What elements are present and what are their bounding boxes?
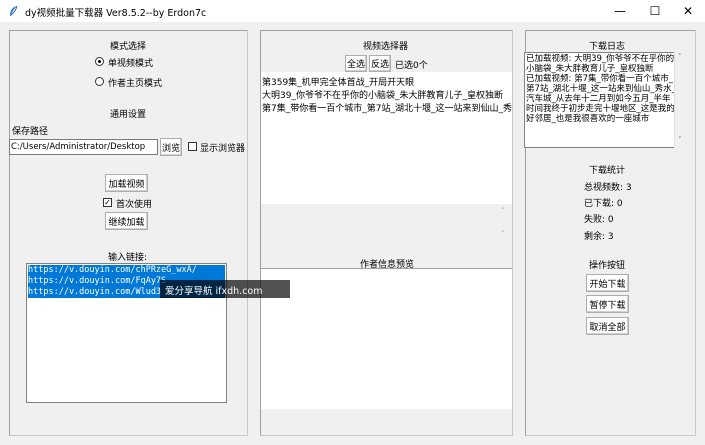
log-title: 下载日志 [589, 42, 626, 52]
show-browser-checkbox[interactable] [188, 142, 197, 151]
ops-title: 操作按钮 [589, 261, 626, 271]
save-path-label: 保存路径 [12, 127, 49, 137]
input-links-label: 输入链接: [108, 253, 148, 263]
window-title: dy视频批量下载器 Ver8.5.2--by Erdon7c [25, 8, 207, 19]
watermark-banner: 爱分享导航 ifxdh.com [160, 280, 290, 298]
save-path-input[interactable]: C:/Users/Administrator/Desktop [9, 139, 158, 155]
select-all-button[interactable]: 全选 [345, 55, 367, 72]
close-button[interactable]: ✕ [671, 0, 705, 22]
video-list-scrollbar[interactable]: ˄ ˅ [498, 204, 512, 254]
link-line: https://v.douyin.com/chPRzeG_wxA/ [28, 265, 225, 276]
continue-load-button[interactable]: 继续加载 [105, 212, 148, 230]
start-download-button[interactable]: 开始下载 [586, 274, 629, 292]
video-item[interactable]: 第359集_机甲完全体首战_开局开天眼 [262, 75, 414, 88]
log-textbox[interactable]: 已加载视频: 大明39_你爷爷不在乎你的小脑袋_朱大胖教育儿子_皇权独断 已加载… [524, 52, 687, 148]
browse-button[interactable]: 浏览 [160, 138, 182, 156]
scroll-up-icon[interactable]: ˄ [501, 207, 505, 215]
selected-count: 已选0个 [395, 61, 428, 71]
author-preview-box [261, 268, 512, 409]
radio-single-mode-label[interactable]: 单视频模式 [108, 56, 153, 69]
log-text: 已加载视频: 大明39_你爷爷不在乎你的小脑袋_朱大胖教育儿子_皇权独断 已加载… [526, 54, 676, 124]
load-video-button[interactable]: 加载视频 [105, 174, 148, 192]
save-path-value: C:/Users/Administrator/Desktop [11, 142, 146, 152]
general-settings-title: 通用设置 [110, 110, 147, 120]
log-scroll-down-icon[interactable]: ˅ [678, 136, 682, 144]
radio-author-mode[interactable] [95, 77, 104, 86]
maximize-button[interactable]: ☐ [638, 0, 672, 22]
failed-count: 失败: 0 [584, 215, 614, 225]
scroll-down-icon[interactable]: ˅ [501, 230, 505, 238]
total-count: 总视频数: 3 [584, 183, 632, 193]
first-use-label[interactable]: 首次使用 [116, 197, 152, 210]
video-selector-title: 视频选择器 [363, 42, 409, 52]
log-scroll-up-icon[interactable]: ˄ [678, 53, 682, 61]
radio-single-mode[interactable] [95, 57, 104, 66]
watermark-text: 爱分享导航 ifxdh.com [165, 286, 263, 297]
video-item[interactable]: 大明39_你爷爷不在乎你的小脑袋_朱大胖教育儿子_皇权独断 [262, 88, 503, 101]
mode-title: 模式选择 [110, 42, 147, 52]
title-bar[interactable]: dy视频批量下载器 Ver8.5.2--by Erdon7c — ☐ ✕ [0, 0, 705, 22]
radio-author-mode-label[interactable]: 作者主页模式 [108, 76, 162, 89]
pause-download-button[interactable]: 暂停下载 [586, 295, 629, 313]
first-use-checkbox[interactable]: ✓ [103, 198, 112, 207]
minimize-button[interactable]: — [603, 0, 637, 22]
remaining-count: 剩余: 3 [584, 232, 614, 242]
video-list[interactable]: 第359集_机甲完全体首战_开局开天眼 大明39_你爷爷不在乎你的小脑袋_朱大胖… [261, 72, 512, 204]
app-feather-icon [10, 5, 18, 16]
stats-title: 下载统计 [589, 166, 626, 176]
log-scrollbar[interactable]: ˄ ˅ [674, 52, 687, 148]
cancel-all-button[interactable]: 取消全部 [586, 317, 629, 335]
show-browser-label[interactable]: 显示浏览器 [200, 141, 245, 154]
downloaded-count: 已下载: 0 [584, 199, 623, 209]
invert-selection-button[interactable]: 反选 [369, 55, 391, 72]
video-item[interactable]: 第7集_带你看一百个城市_第7站_湖北十堰_这一站来到仙山_秀水_汽 [262, 101, 512, 114]
